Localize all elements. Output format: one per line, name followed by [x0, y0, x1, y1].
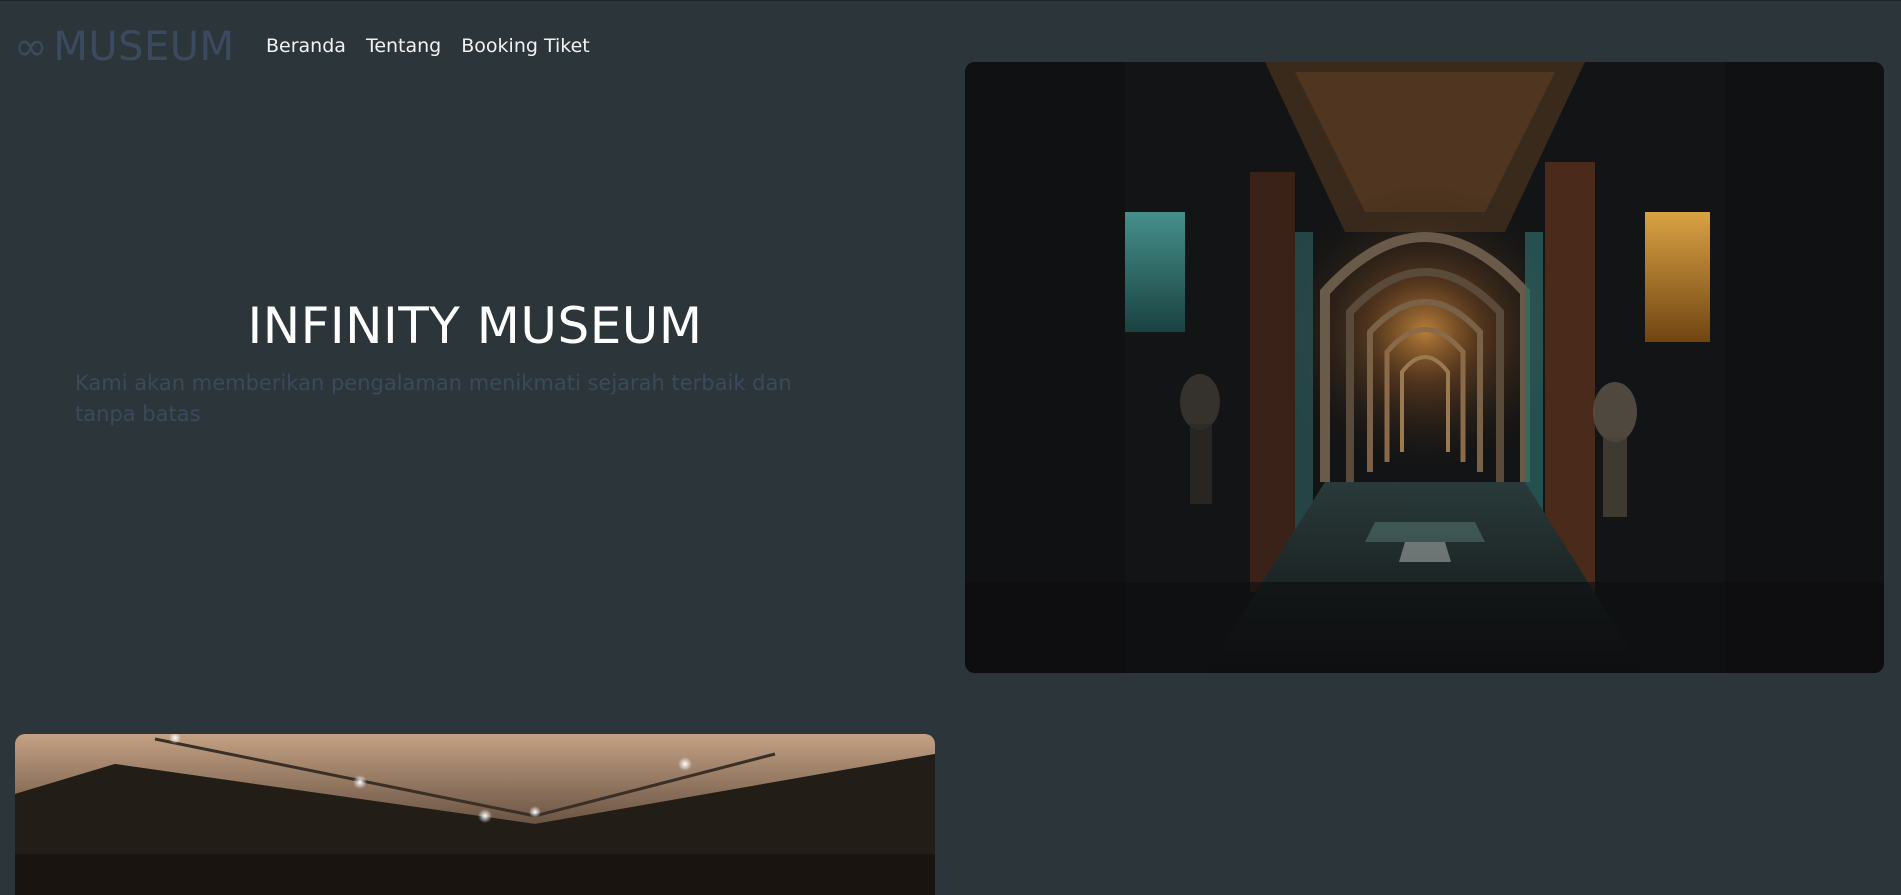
brand-name: MUSEUM [53, 24, 235, 70]
hero-subtitle: Kami akan memberikan pengalaman menikmat… [75, 371, 792, 426]
gallery-ceiling-image [15, 734, 935, 895]
hero-title: INFINITY MUSEUM [247, 297, 703, 355]
nav-link-tentang[interactable]: Tentang [366, 35, 441, 57]
nav-link-booking-tiket[interactable]: Booking Tiket [461, 35, 589, 57]
infinity-icon: ∞ [14, 24, 48, 70]
nav-link-beranda[interactable]: Beranda [266, 35, 346, 57]
museum-corridor-illustration [965, 62, 1884, 673]
gallery-ceiling-illustration [15, 734, 935, 895]
nav-menu: Beranda Tentang Booking Tiket [266, 35, 590, 57]
brand-logo-link[interactable]: ∞ MUSEUM [14, 23, 235, 71]
museum-corridor-image [965, 62, 1884, 673]
